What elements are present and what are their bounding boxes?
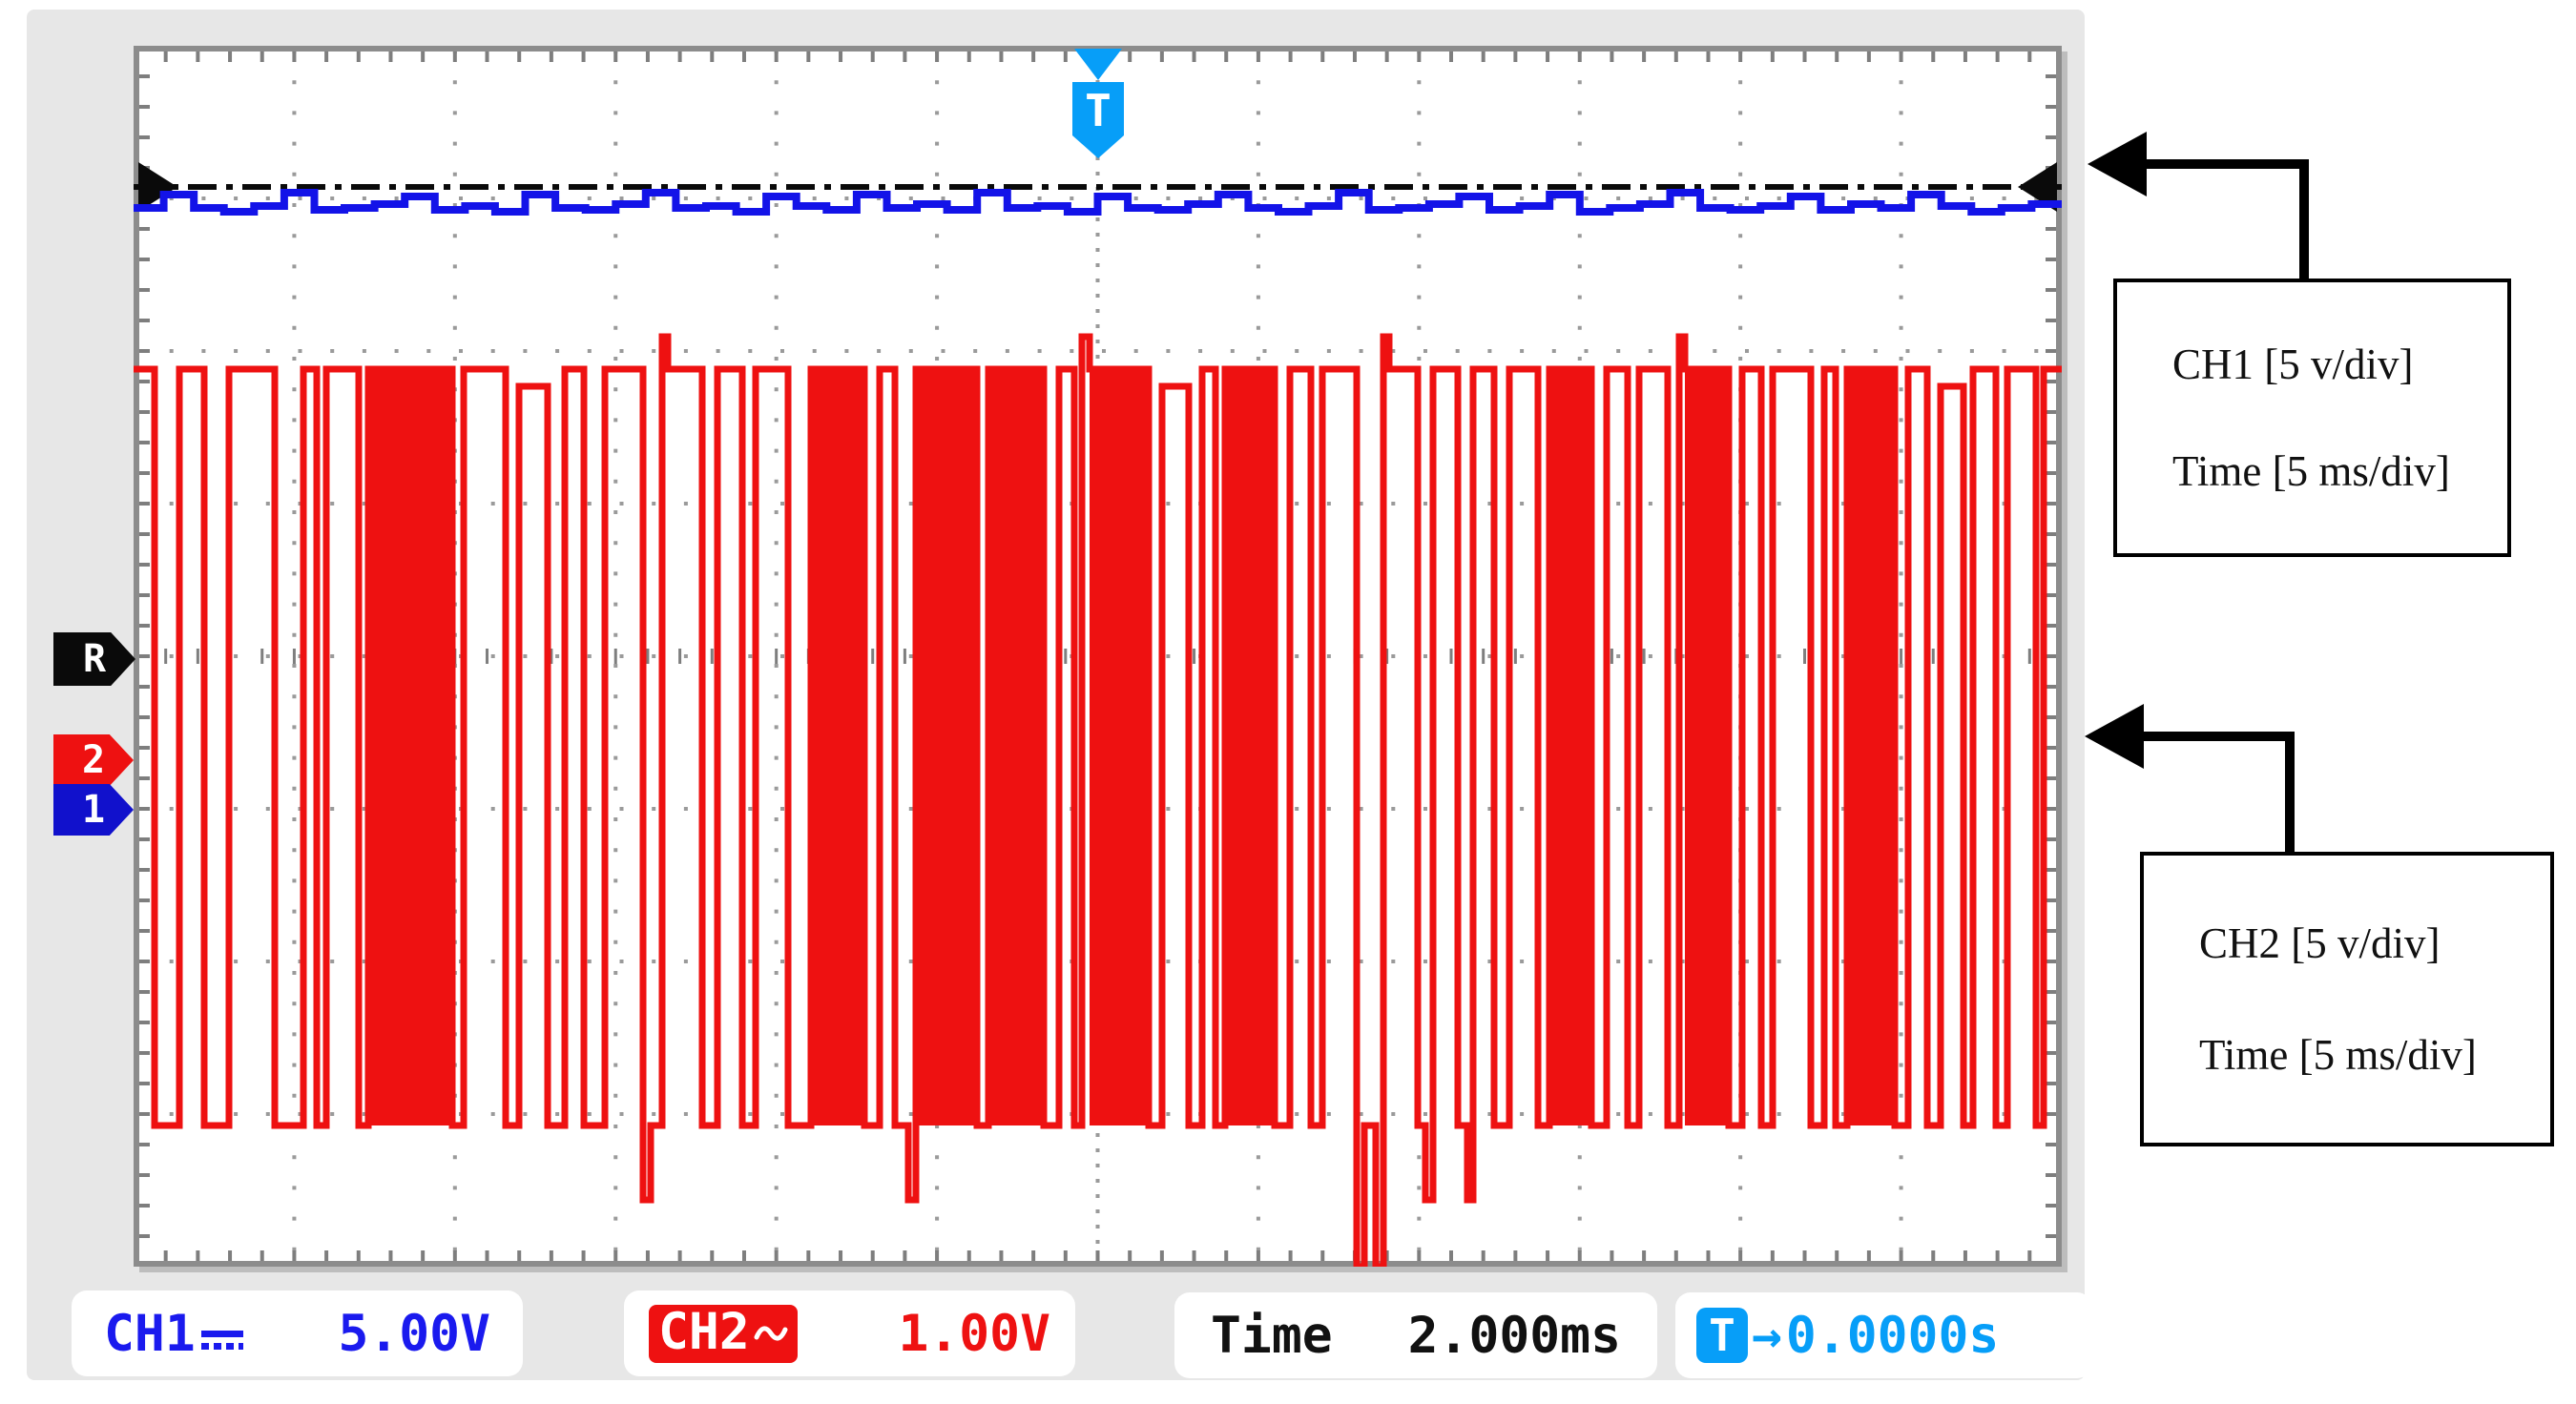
ch2-label: CH2 [658,1302,750,1361]
ch1-trace [134,189,2062,216]
ch2-marker-label: 2 [81,738,106,782]
ch2-annotation-arrow [2085,704,2295,852]
ch1-label: CH1 [104,1304,196,1363]
ch2-marker-badge: 2 [53,734,134,786]
ch1-marker-badge: 1 [53,784,134,836]
trigger-marker: T [1072,49,1124,158]
arrow-left-icon [2085,704,2144,769]
ch2-annotation-box: CH2 [5 v/div] Time [5 ms/div] [2140,852,2554,1146]
trigger-arrow-glyph: → [1752,1306,1782,1365]
trigger-icon: T [1696,1308,1748,1363]
ac-sine-icon [754,1326,788,1341]
ch1-readout[interactable]: CH1 5.00V [72,1290,523,1376]
ch2-readout[interactable]: CH2 1.00V [624,1290,1075,1376]
ch1-annotation-arrow [2088,132,2309,279]
reference-marker-label: R [82,637,107,681]
dc-coupling-icon [200,1329,243,1357]
graticule-svg: T [134,46,2062,1267]
graticule: T [134,46,2062,1267]
svg-text:T: T [1085,85,1111,136]
timebase-label: Time [1211,1306,1333,1365]
ch2-annotation-line2: Time [5 ms/div] [2199,1031,2477,1080]
ch1-label-group: CH1 [104,1305,243,1363]
oscilloscope-screen: T R 2 1 CH1 5.00V CH2 1.00V Time 2.000ms [27,10,2092,1380]
trigger-chip-label: T [1709,1310,1735,1361]
timebase-readout[interactable]: Time 2.000ms [1174,1292,1657,1378]
trigger-readout[interactable]: T → 0.0000s [1675,1292,2092,1378]
trigger-position-value: 0.0000s [1785,1306,2000,1365]
ch2-volts-per-div: 1.00V [898,1304,1050,1363]
timebase-value: 2.000ms [1407,1306,1621,1365]
arrow-left-icon [2088,132,2147,196]
ch2-annotation-line1: CH2 [5 v/div] [2199,919,2441,967]
ch1-marker-label: 1 [81,788,106,832]
ch1-volts-per-div: 5.00V [338,1304,490,1363]
reference-marker-badge: R [53,632,135,686]
ch1-annotation-line2: Time [5 ms/div] [2172,447,2450,495]
ch1-annotation-line1: CH1 [5 v/div] [2172,341,2414,388]
ch2-trace [134,333,2062,1267]
ch1-annotation-box: CH1 [5 v/div] Time [5 ms/div] [2113,279,2511,557]
ch2-label-chip: CH2 [649,1302,798,1363]
